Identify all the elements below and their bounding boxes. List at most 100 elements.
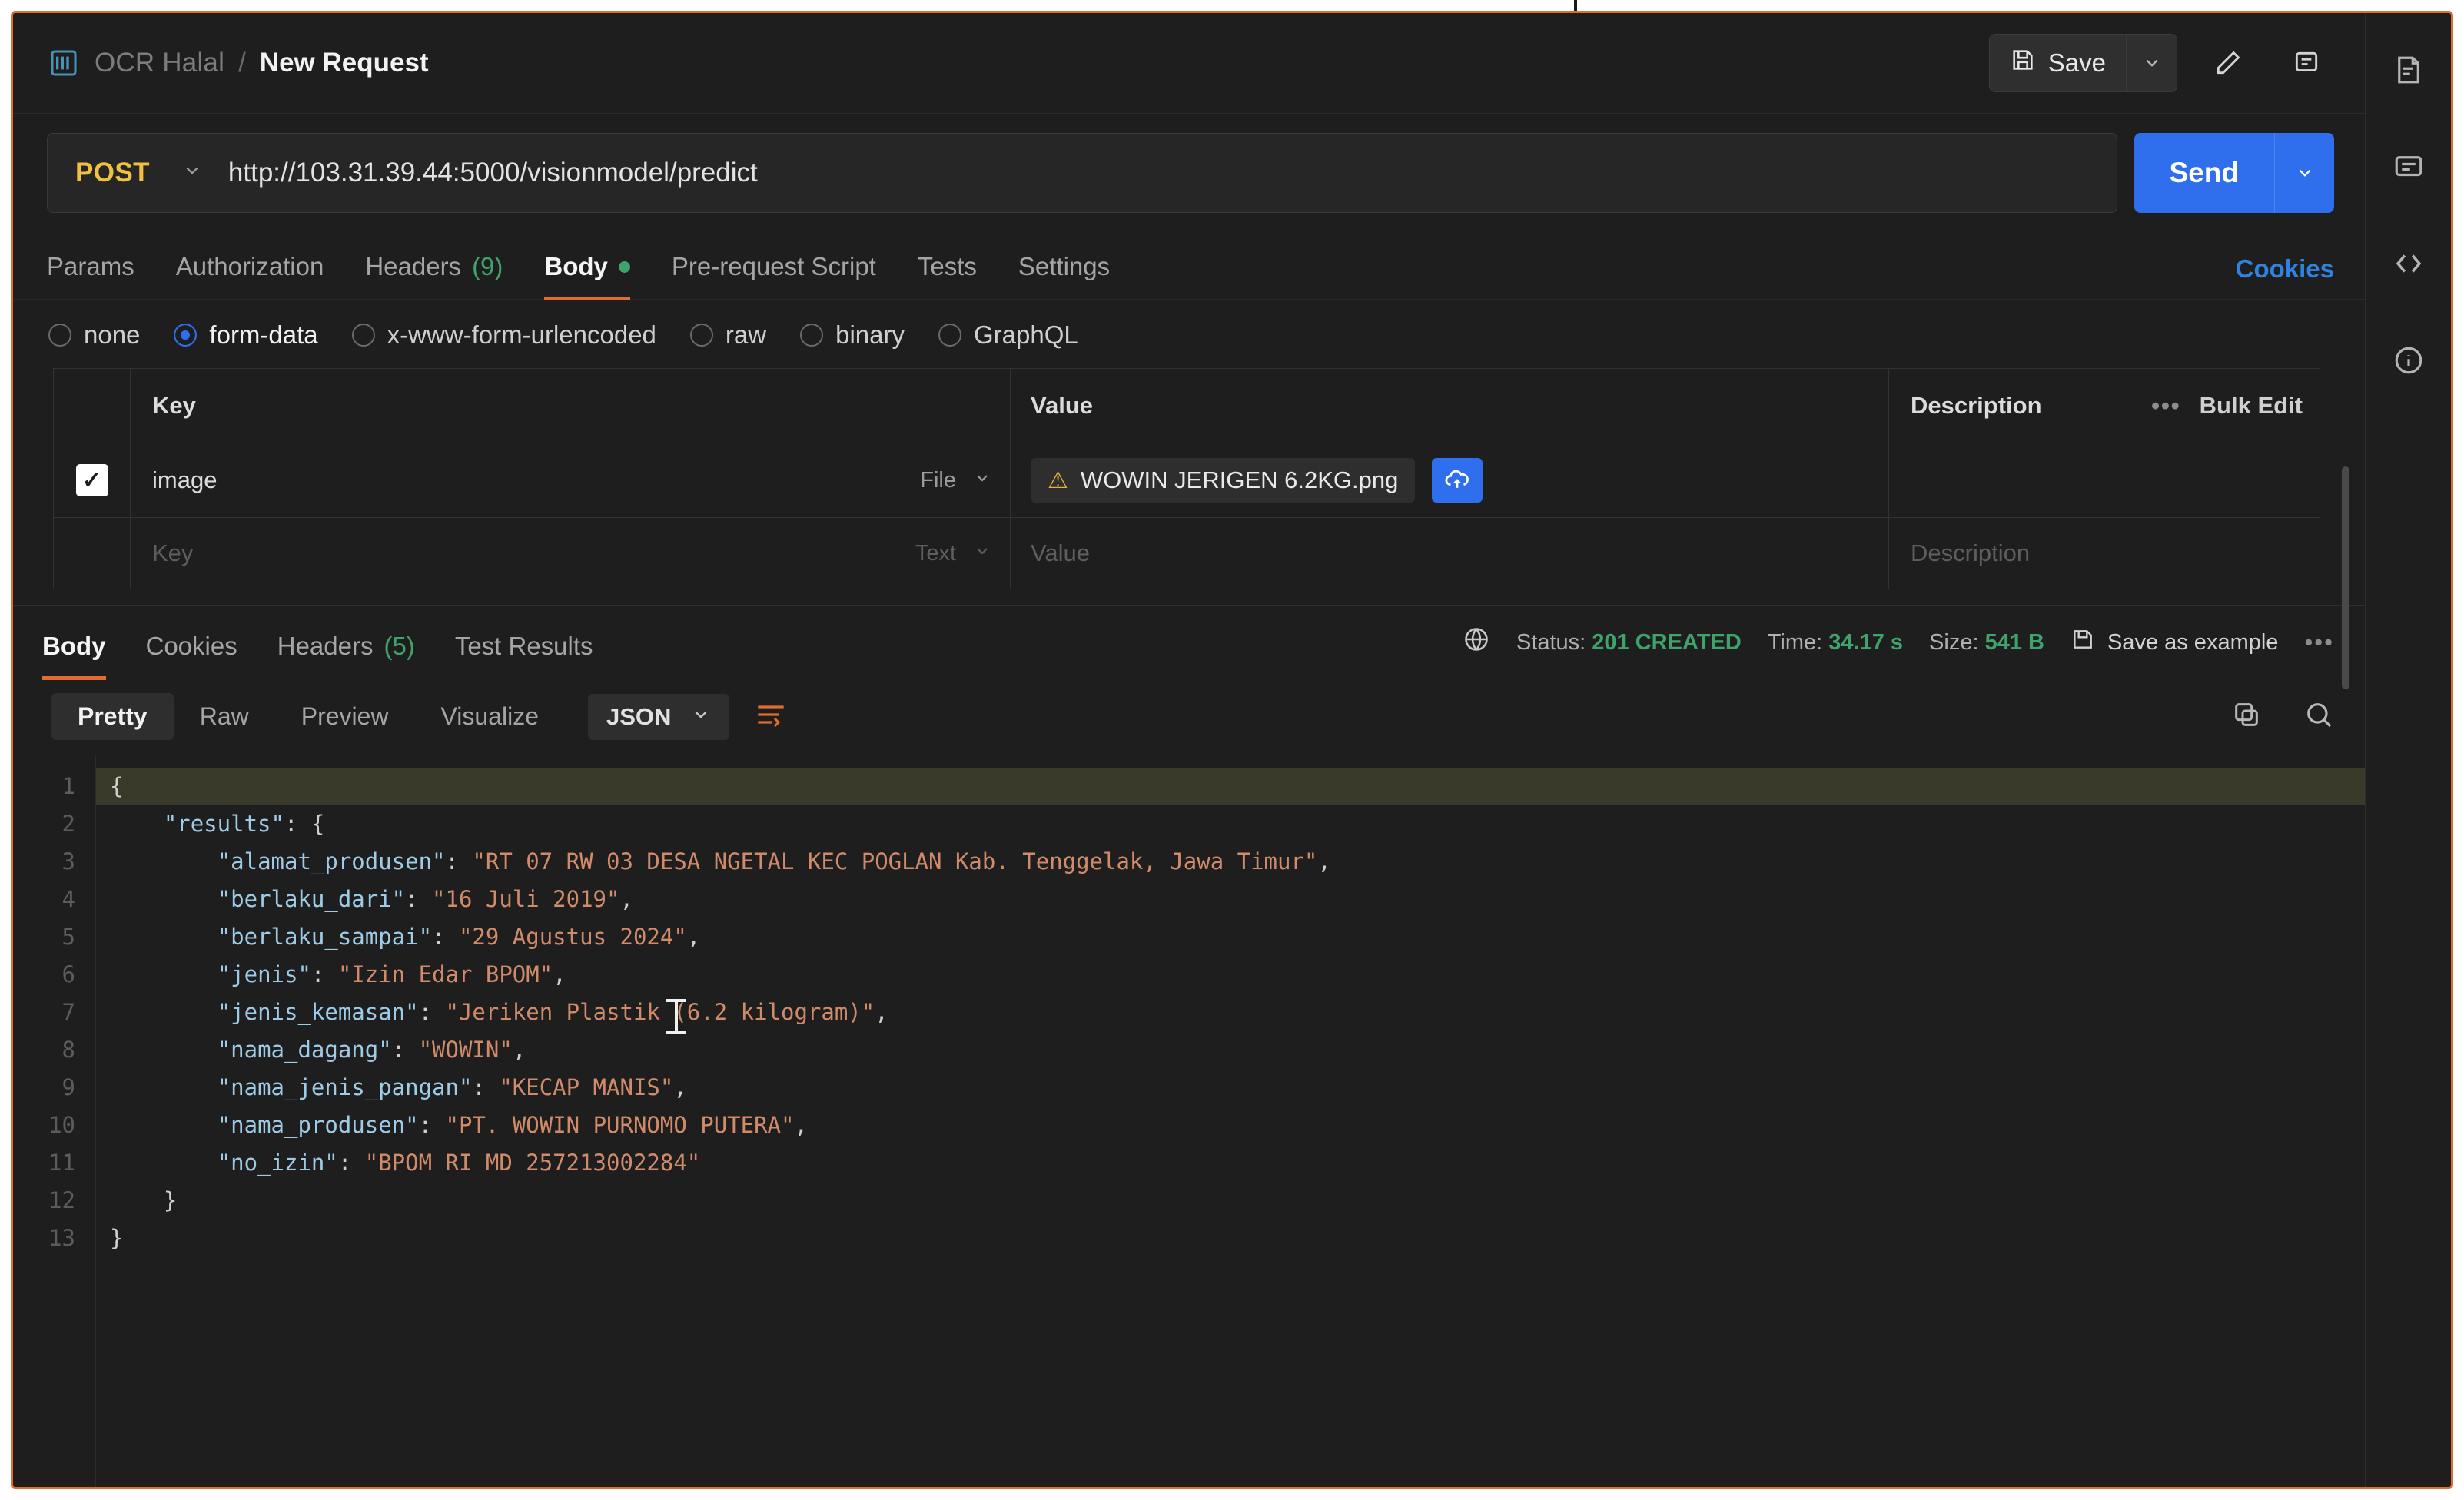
response-tab-cookies[interactable]: Cookies xyxy=(146,632,237,680)
view-tab-visualize[interactable]: Visualize xyxy=(415,693,565,740)
save-button-main[interactable]: Save xyxy=(1990,35,2126,91)
status-badge: 201 CREATED xyxy=(1592,630,1741,655)
edit-request-button[interactable] xyxy=(2200,35,2256,91)
cookies-link[interactable]: Cookies xyxy=(2236,254,2334,299)
globe-icon[interactable] xyxy=(1463,626,1490,659)
save-as-example-button[interactable]: Save as example xyxy=(2070,627,2278,658)
response-body-viewer[interactable]: 12345678910111213 { "results": { "alamat… xyxy=(13,755,2365,1487)
body-type-graphql[interactable]: GraphQL xyxy=(938,320,1078,350)
form-data-scrollbar[interactable] xyxy=(2342,466,2349,689)
floppy-disk-icon xyxy=(2010,47,2036,79)
empty-value-input[interactable]: Value xyxy=(1031,539,1090,567)
tab-headers-count: (9) xyxy=(472,252,503,281)
empty-description-cell[interactable]: Description xyxy=(1889,518,2320,589)
send-button[interactable]: Send xyxy=(2134,133,2334,213)
code-token: { xyxy=(110,773,123,799)
code-token: , xyxy=(513,1037,526,1063)
save-button[interactable]: Save xyxy=(1989,34,2177,92)
code-token: "RT 07 RW 03 DESA NGETAL KEC POGLAN Kab.… xyxy=(472,848,1317,874)
code-token: : xyxy=(472,1074,499,1100)
row-key-input[interactable]: image xyxy=(152,466,217,494)
tab-pre-request-script[interactable]: Pre-request Script xyxy=(672,252,876,300)
file-name: WOWIN JERIGEN 6.2KG.png xyxy=(1081,466,1398,494)
text-wrap-icon[interactable] xyxy=(755,702,786,732)
code-line: "jenis_kemasan": "Jeriken Plastik (6.2 k… xyxy=(96,994,2365,1031)
response-format-select[interactable]: JSON xyxy=(588,694,729,740)
view-tab-preview[interactable]: Preview xyxy=(275,693,415,740)
view-tab-pretty[interactable]: Pretty xyxy=(51,693,174,740)
tab-settings[interactable]: Settings xyxy=(1018,252,1110,300)
row-checkbox[interactable]: ✓ xyxy=(76,464,108,496)
search-icon[interactable] xyxy=(2303,699,2334,734)
collection-icon xyxy=(47,46,81,80)
view-tab-raw[interactable]: Raw xyxy=(174,693,275,740)
code-token: , xyxy=(553,961,566,987)
size-group: Size: 541 B xyxy=(1929,630,2044,655)
row-checkbox-cell[interactable]: ✓ xyxy=(54,443,131,517)
code-token: "nama_produsen" xyxy=(218,1112,419,1138)
send-dropdown-caret[interactable] xyxy=(2274,133,2334,213)
body-type-none[interactable]: none xyxy=(48,320,140,350)
code-icon[interactable] xyxy=(2384,239,2433,288)
code-line: "alamat_produsen": "RT 07 RW 03 DESA NGE… xyxy=(96,843,2365,881)
body-type-raw[interactable]: raw xyxy=(690,320,766,350)
code-token: "berlaku_dari" xyxy=(218,886,405,912)
response-tab-test-results[interactable]: Test Results xyxy=(455,632,593,680)
code-token: "jenis_kemasan" xyxy=(218,999,419,1025)
code-line: "berlaku_sampai": "29 Agustus 2024", xyxy=(96,918,2365,956)
radio-icon xyxy=(352,324,375,347)
line-number: 8 xyxy=(13,1031,95,1069)
empty-value-cell[interactable]: Value xyxy=(1011,518,1889,589)
code-token: } xyxy=(110,1225,123,1251)
code-token: "nama_jenis_pangan" xyxy=(218,1074,473,1100)
row-key-cell[interactable]: image File xyxy=(131,443,1011,517)
copy-icon[interactable] xyxy=(2231,699,2262,734)
body-type-x-www-form-urlencoded[interactable]: x-www-form-urlencoded xyxy=(352,320,656,350)
breadcrumb-collection[interactable]: OCR Halal xyxy=(95,48,224,78)
info-icon[interactable] xyxy=(2384,336,2433,385)
body-type-binary[interactable]: binary xyxy=(800,320,905,350)
line-number: 13 xyxy=(13,1220,95,1257)
row-type-select[interactable]: File xyxy=(920,468,991,493)
json-code[interactable]: { "results": { "alamat_produsen": "RT 07… xyxy=(96,755,2365,1487)
file-chip[interactable]: ⚠ WOWIN JERIGEN 6.2KG.png xyxy=(1031,458,1415,503)
bulk-edit-label[interactable]: Bulk Edit xyxy=(2200,392,2303,420)
tab-body[interactable]: Body xyxy=(544,252,630,300)
tab-tests[interactable]: Tests xyxy=(918,252,977,300)
tab-params[interactable]: Params xyxy=(47,252,134,300)
response-more-options-icon[interactable]: ••• xyxy=(2304,629,2334,656)
tab-body-label: Body xyxy=(544,252,608,281)
header-key-cell: Key xyxy=(131,369,1011,443)
chevron-down-icon[interactable] xyxy=(150,161,228,186)
bulk-edit-group[interactable]: ••• Bulk Edit xyxy=(2151,392,2303,420)
breadcrumb-separator: / xyxy=(238,48,246,78)
comment-icon[interactable] xyxy=(2384,142,2433,191)
tab-authorization[interactable]: Authorization xyxy=(176,252,324,300)
row-description-cell[interactable] xyxy=(1889,443,2320,517)
text-cursor xyxy=(675,999,678,1034)
url-input[interactable]: http://103.31.39.44:5000/visionmodel/pre… xyxy=(228,158,773,188)
comment-request-button[interactable] xyxy=(2279,35,2334,91)
cloud-upload-icon[interactable] xyxy=(1432,458,1483,503)
empty-checkbox-cell[interactable] xyxy=(54,518,131,589)
line-number: 9 xyxy=(13,1069,95,1107)
line-number: 7 xyxy=(13,994,95,1031)
documentation-icon[interactable] xyxy=(2384,45,2433,95)
body-type-form-data[interactable]: form-data xyxy=(174,320,317,350)
empty-key-input[interactable]: Key xyxy=(152,539,193,567)
response-tab-headers[interactable]: Headers (5) xyxy=(277,632,415,680)
empty-key-cell[interactable]: Key Text xyxy=(131,518,1011,589)
response-tab-body[interactable]: Body xyxy=(42,632,106,680)
header-value-label: Value xyxy=(1031,392,1093,420)
breadcrumb-request-name[interactable]: New Request xyxy=(260,48,429,78)
line-number: 2 xyxy=(13,805,95,843)
row-value-cell[interactable]: ⚠ WOWIN JERIGEN 6.2KG.png xyxy=(1011,443,1889,517)
http-method-label[interactable]: POST xyxy=(48,158,150,188)
empty-description-input[interactable]: Description xyxy=(1911,539,2030,567)
empty-type-select[interactable]: Text xyxy=(915,518,991,589)
save-dropdown-caret[interactable] xyxy=(2126,35,2177,91)
tab-headers[interactable]: Headers (9) xyxy=(365,252,503,300)
response-header: Body Cookies Headers (5) Test Results xyxy=(13,605,2365,679)
more-options-icon[interactable]: ••• xyxy=(2151,392,2181,420)
tab-authorization-label: Authorization xyxy=(176,252,324,281)
